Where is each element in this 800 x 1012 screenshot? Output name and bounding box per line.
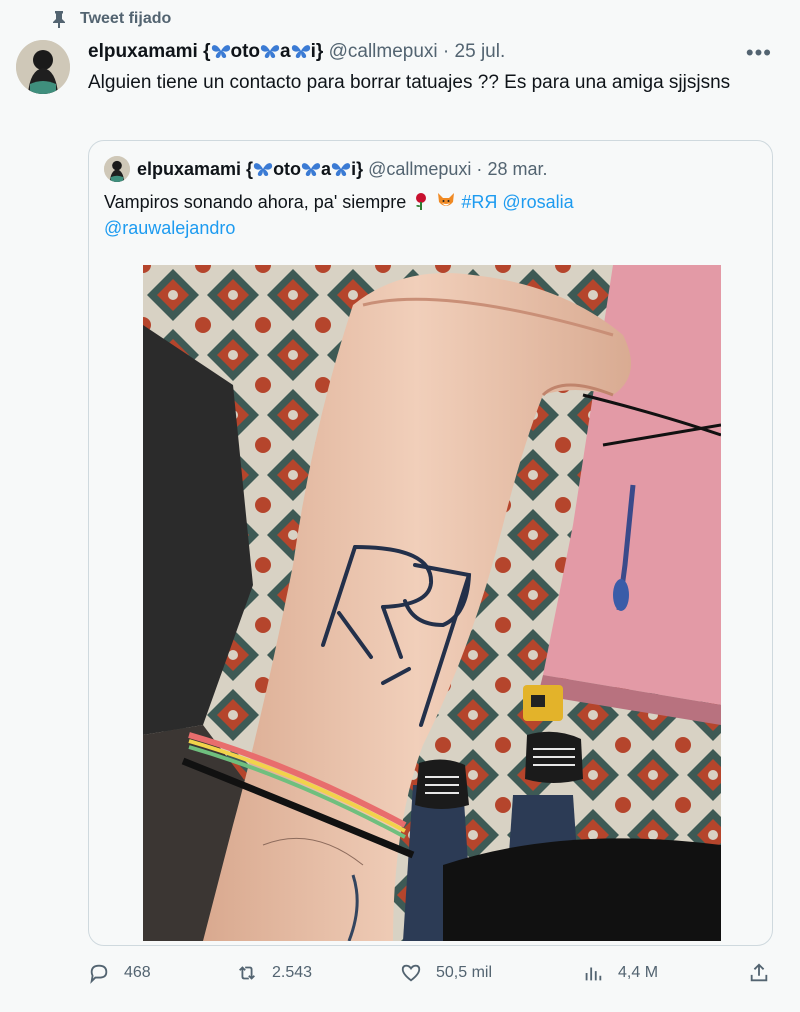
share-icon — [750, 963, 768, 982]
separator: · — [442, 41, 450, 62]
heart-icon — [401, 964, 421, 982]
quoted-text: Vampiros sonando ahora, pa' siempre #RЯ … — [104, 189, 724, 241]
author-handle[interactable]: @callmepuxi — [329, 41, 438, 62]
avatar[interactable] — [16, 40, 70, 94]
mention-link[interactable]: @rosalia — [502, 192, 573, 212]
hashtag-link[interactable]: #RЯ — [461, 192, 497, 212]
retweet-count: 2.543 — [272, 964, 313, 981]
quoted-avatar[interactable] — [104, 156, 130, 182]
butterfly-icon — [331, 163, 351, 176]
butterfly-icon — [291, 45, 310, 58]
butterfly-icon — [260, 45, 280, 58]
action-bar: 468 2.543 50,5 mil 4,4 M — [88, 962, 778, 992]
butterfly-icon — [253, 163, 273, 176]
quoted-tweet[interactable]: elpuxamami {oto a i} @callmepuxi · 28 mar.… — [88, 140, 773, 946]
retweet-button[interactable]: 2.543 — [236, 962, 312, 984]
views-count: 4,4 M — [618, 964, 659, 981]
reply-count: 468 — [124, 964, 151, 981]
tweet-text: Alguien tiene un contacto para borrar ta… — [88, 72, 731, 93]
views-button[interactable]: 4,4 M — [582, 962, 658, 984]
fox-emoji-icon — [438, 193, 455, 206]
tweet-header: elpuxamami {oto a i} @callmepuxi · 25 jul. — [88, 40, 505, 64]
retweet-icon — [239, 966, 255, 980]
reply-button[interactable]: 468 — [88, 962, 151, 984]
quoted-handle[interactable]: @callmepuxi — [368, 159, 471, 179]
mention-link[interactable]: @rauwalejandro — [104, 218, 235, 238]
pinned-label: Tweet fijado — [52, 10, 171, 28]
more-icon[interactable]: ••• — [746, 40, 772, 66]
author-name[interactable]: elpuxamami {oto a i} — [88, 41, 329, 62]
share-button[interactable] — [748, 962, 770, 984]
reply-icon — [90, 964, 108, 984]
butterfly-icon — [211, 45, 230, 58]
separator: · — [476, 159, 483, 179]
quoted-text-main: Vampiros sonando ahora, pa' siempre — [104, 192, 407, 212]
quoted-header: elpuxamami {oto a i} @callmepuxi · 28 mar. — [137, 158, 547, 180]
quoted-author-name[interactable]: elpuxamami {oto a i} — [137, 159, 368, 179]
quoted-date[interactable]: 28 mar. — [487, 159, 547, 179]
pin-icon — [53, 11, 65, 28]
tweet-date[interactable]: 25 jul. — [455, 41, 506, 62]
tweet-photo[interactable] — [143, 265, 721, 941]
like-button[interactable]: 50,5 mil — [400, 962, 492, 984]
pinned-text: Tweet fijado — [80, 10, 172, 27]
like-count: 50,5 mil — [436, 964, 493, 981]
rose-emoji-icon — [416, 193, 427, 210]
butterfly-icon — [301, 163, 321, 176]
views-icon — [585, 967, 602, 981]
